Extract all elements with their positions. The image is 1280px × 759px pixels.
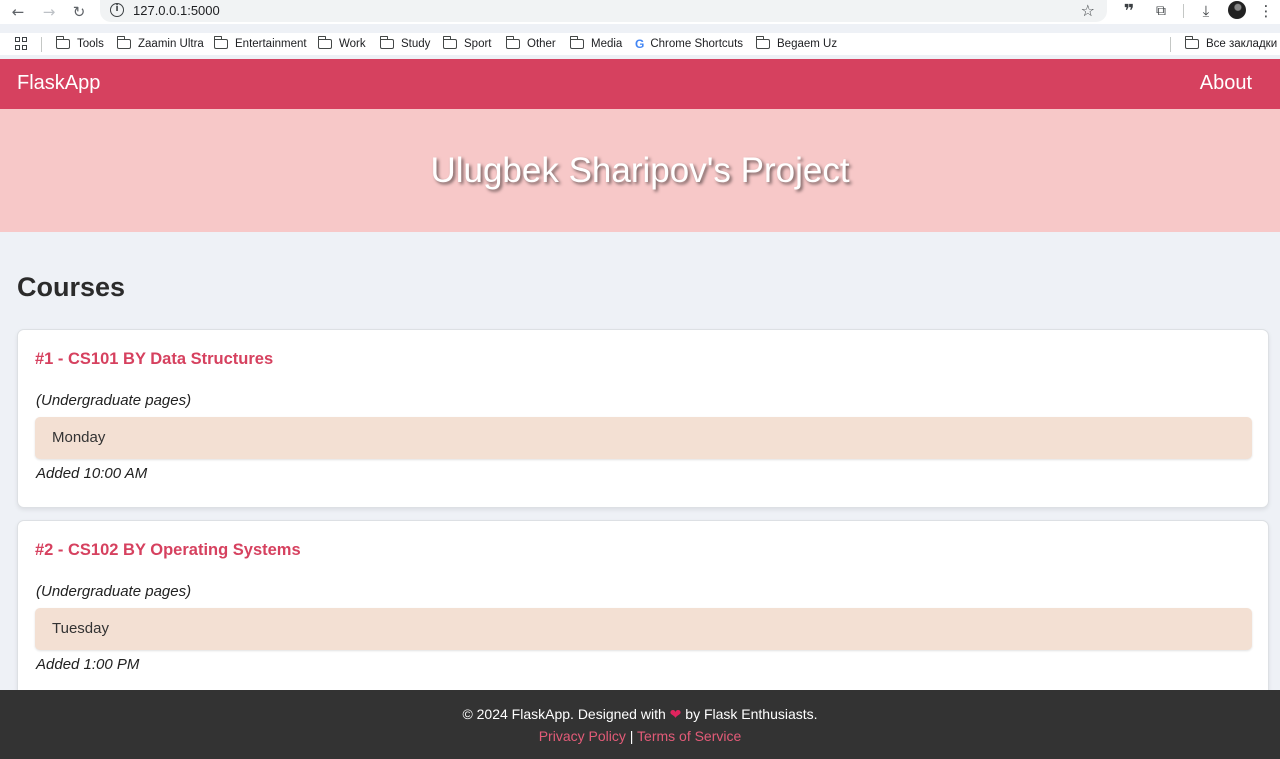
apps-grid-icon[interactable] — [15, 37, 28, 50]
site-info-icon[interactable]: i — [110, 3, 124, 17]
bookmark-chrome-shortcuts[interactable]: G Chrome Shortcuts — [635, 36, 743, 52]
footer-separator: | — [629, 728, 634, 744]
copyright-text: © 2024 FlaskApp. Designed with — [462, 706, 666, 722]
bookmark-label: Entertainment — [235, 38, 307, 50]
course-title[interactable]: #1 - CS101 BY Data Structures — [35, 350, 273, 369]
folder-icon — [213, 36, 228, 49]
download-icon[interactable]: ⤓ — [1196, 1, 1216, 21]
course-pages: (Undergraduate pages) — [36, 583, 192, 600]
privacy-policy-link[interactable]: Privacy Policy — [539, 728, 626, 744]
copyright-credit: by Flask Enthusiasts. — [685, 706, 818, 722]
quote-extension-icon[interactable]: ❞ — [1119, 1, 1139, 22]
course-day: Tuesday — [52, 620, 109, 637]
bookmarks-divider — [1170, 37, 1171, 52]
course-added-time: Added 1:00 PM — [36, 656, 140, 673]
bookmark-entertainment[interactable]: Entertainment — [213, 36, 307, 52]
bookmark-label: Begaem Uz — [777, 38, 838, 50]
bookmark-work[interactable]: Work — [317, 36, 366, 52]
toolbar-divider — [1183, 4, 1184, 18]
folder-icon — [317, 36, 332, 49]
bookmark-label: Study — [401, 38, 431, 50]
courses-heading: Courses — [17, 272, 126, 302]
heart-icon: ❤ — [669, 707, 682, 723]
folder-icon — [755, 36, 770, 49]
footer-copyright: © 2024 FlaskApp. Designed with ❤ by Flas… — [0, 706, 1280, 723]
course-day: Monday — [52, 429, 106, 446]
footer-links: Privacy Policy | Terms of Service — [0, 728, 1280, 744]
back-icon[interactable]: ← — [7, 1, 29, 23]
bookmark-label: Sport — [464, 38, 492, 50]
bookmark-label: Zaamin Ultra — [138, 38, 204, 50]
bookmark-label: Все закладки — [1206, 38, 1278, 50]
reload-icon[interactable]: ↻ — [68, 1, 90, 23]
bookmark-label: Work — [339, 38, 366, 50]
course-card: #2 - CS102 BY Operating Systems (Undergr… — [17, 520, 1269, 699]
course-card: #1 - CS101 BY Data Structures (Undergrad… — [17, 329, 1269, 508]
forward-icon[interactable]: → — [38, 1, 60, 23]
folder-icon — [442, 36, 457, 49]
folder-icon — [55, 36, 70, 49]
bookmark-star-icon[interactable]: ☆ — [1081, 1, 1095, 20]
hero-banner: Ulugbek Sharipov's Project — [0, 109, 1280, 232]
bookmark-label: Tools — [77, 38, 104, 50]
extensions-icon[interactable]: ⧉ — [1151, 1, 1171, 21]
about-link[interactable]: About — [1200, 72, 1252, 95]
bookmark-zaamin-ultra[interactable]: Zaamin Ultra — [116, 36, 204, 52]
bookmark-tools[interactable]: Tools — [55, 36, 104, 52]
bookmarks-bar: Tools Zaamin Ultra Entertainment Work St… — [0, 33, 1280, 55]
course-added-time: Added 10:00 AM — [36, 465, 148, 482]
hero-title: Ulugbek Sharipov's Project — [430, 151, 850, 190]
folder-icon — [1184, 36, 1199, 49]
bookmark-label: Other — [527, 38, 556, 50]
brand-link[interactable]: FlaskApp — [17, 72, 100, 95]
app-navbar: FlaskApp About — [0, 59, 1280, 109]
course-title[interactable]: #2 - CS102 BY Operating Systems — [35, 541, 301, 560]
bookmark-label: Media — [591, 38, 623, 50]
course-day-box: Monday — [35, 417, 1252, 459]
bookmark-label: Chrome Shortcuts — [650, 38, 744, 50]
course-day-box: Tuesday — [35, 608, 1252, 650]
bookmarks-divider — [41, 37, 42, 52]
bookmark-sport[interactable]: Sport — [442, 36, 492, 52]
url-text[interactable]: 127.0.0.1:5000 — [133, 3, 220, 18]
menu-kebab-icon[interactable]: ⋮ — [1259, 1, 1274, 21]
bookmark-study[interactable]: Study — [379, 36, 431, 52]
bookmark-other[interactable]: Other — [505, 36, 556, 52]
folder-icon — [505, 36, 520, 49]
page-footer: © 2024 FlaskApp. Designed with ❤ by Flas… — [0, 690, 1280, 759]
google-icon: G — [635, 37, 645, 51]
terms-of-service-link[interactable]: Terms of Service — [637, 728, 741, 744]
browser-toolbar: ← → ↻ i 127.0.0.1:5000 ☆ ❞ ⧉ ⤓ ⋮ — [0, 0, 1280, 24]
profile-avatar[interactable] — [1228, 1, 1246, 19]
bookmark-media[interactable]: Media — [569, 36, 623, 52]
folder-icon — [569, 36, 584, 49]
folder-icon — [116, 36, 131, 49]
course-pages: (Undergraduate pages) — [36, 392, 192, 409]
all-bookmarks[interactable]: Все закладки — [1184, 36, 1278, 52]
folder-icon — [379, 36, 394, 49]
address-bar[interactable]: i 127.0.0.1:5000 ☆ — [100, 0, 1107, 22]
bookmark-begaem-uz[interactable]: Begaem Uz — [755, 36, 838, 52]
